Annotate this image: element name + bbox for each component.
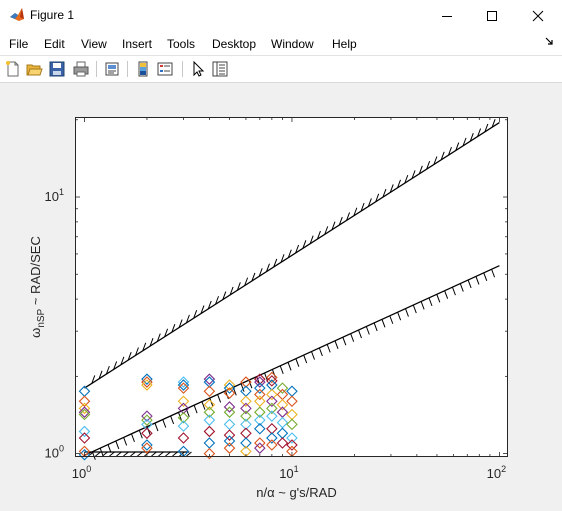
menu-bar: File Edit View Insert Tools Desktop Wind… <box>0 31 562 55</box>
dock-arrow-icon[interactable] <box>544 36 554 46</box>
window-title: Figure 1 <box>30 8 75 22</box>
insert-legend-icon[interactable] <box>156 60 174 78</box>
log-log-plot[interactable]: 100 101 102 100 101 n/α ~ g's/RAD ωnSP ~ RAD… <box>0 83 562 506</box>
y-tick-label: 101 <box>45 187 64 204</box>
menu-file[interactable]: File <box>9 37 28 51</box>
print-preview-icon[interactable] <box>103 60 121 78</box>
menu-window[interactable]: Window <box>271 37 314 51</box>
open-file-icon[interactable] <box>25 60 43 78</box>
menu-edit[interactable]: Edit <box>44 37 65 51</box>
print-icon[interactable] <box>72 60 90 78</box>
menu-insert[interactable]: Insert <box>122 37 152 51</box>
menu-view[interactable]: View <box>81 37 107 51</box>
close-button[interactable] <box>515 0 561 31</box>
matlab-logo-icon <box>10 8 24 21</box>
maximize-icon <box>487 10 497 21</box>
figure-canvas: 100 101 102 100 101 n/α ~ g's/RAD ωnSP ~ RAD… <box>0 83 562 506</box>
y-axis-label: ωnSP ~ RAD/SEC <box>28 236 47 338</box>
x-axis-label: n/α ~ g's/RAD <box>256 485 336 500</box>
y-axis-label-subscript: nSP <box>36 308 47 327</box>
toolbar-separator <box>182 61 183 77</box>
y-tick-label: 100 <box>45 444 64 461</box>
property-inspector-icon[interactable] <box>211 60 229 78</box>
toolbar-separator <box>127 61 128 77</box>
title-bar: Figure 1 <box>0 0 562 31</box>
menu-tools[interactable]: Tools <box>167 37 195 51</box>
figure-toolbar <box>0 56 562 83</box>
link-plot-icon[interactable] <box>134 60 152 78</box>
x-tick-label: 101 <box>279 464 298 481</box>
y-axis-label-symbol: ω <box>28 328 43 338</box>
menu-help[interactable]: Help <box>332 37 357 51</box>
save-icon[interactable] <box>48 60 66 78</box>
minimize-button[interactable] <box>424 0 470 31</box>
minimize-icon <box>442 15 452 17</box>
figure-window: Figure 1 File Edit View Insert Tools Des… <box>0 0 562 506</box>
toolbar-separator <box>96 61 97 77</box>
x-tick-label: 102 <box>487 464 506 481</box>
pointer-icon[interactable] <box>189 60 207 78</box>
y-axis-label-units: ~ RAD/SEC <box>28 236 43 309</box>
new-figure-icon[interactable] <box>4 60 22 78</box>
x-tick-label: 100 <box>72 464 91 481</box>
close-icon <box>532 10 544 21</box>
maximize-button[interactable] <box>469 0 515 31</box>
menu-desktop[interactable]: Desktop <box>212 37 256 51</box>
